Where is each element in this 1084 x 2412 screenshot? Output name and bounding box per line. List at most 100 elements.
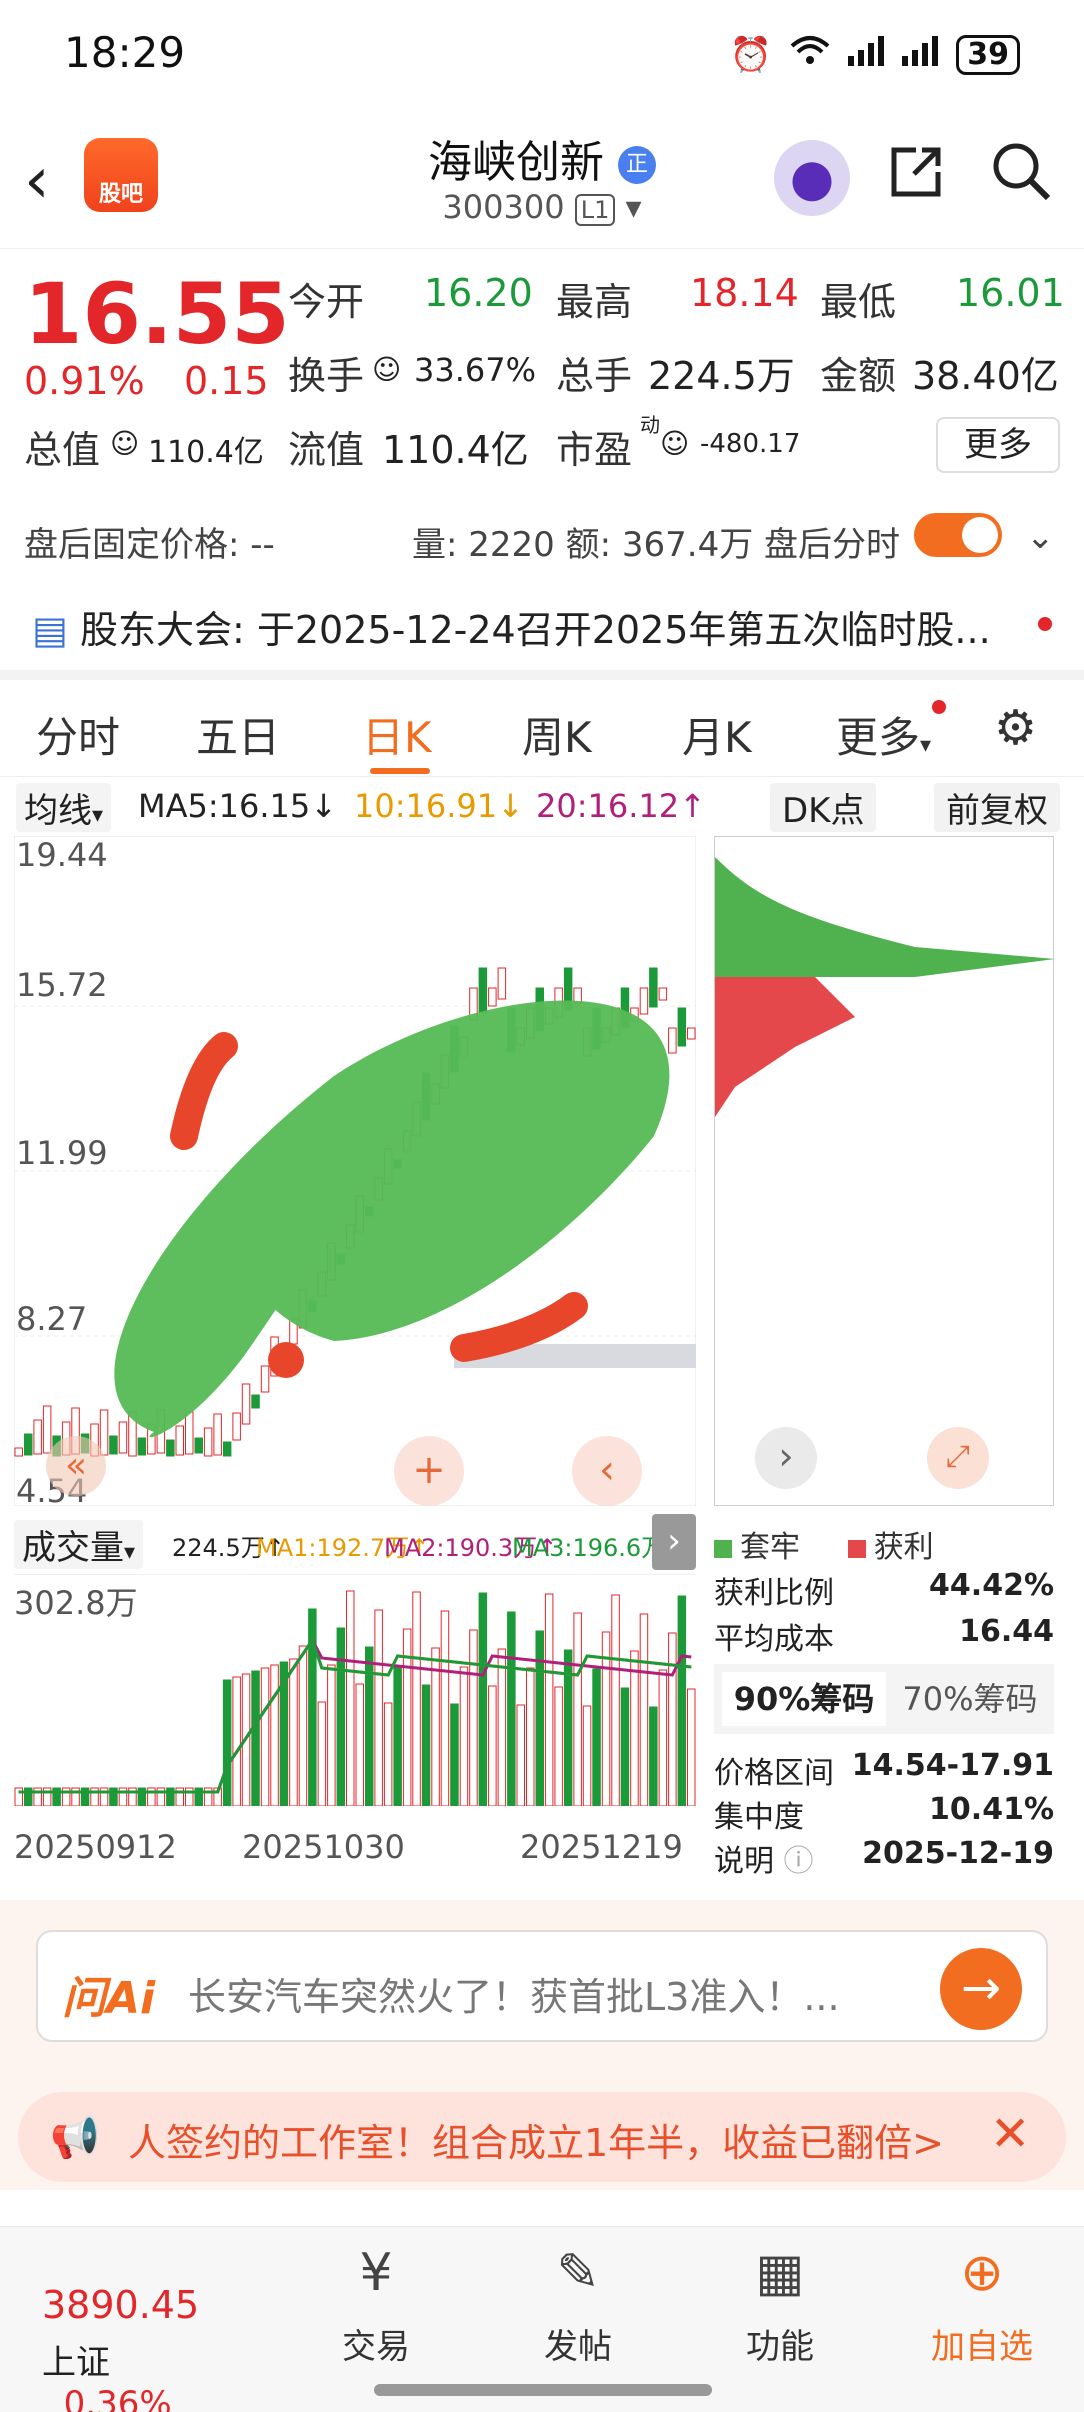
candle xyxy=(185,1411,194,1455)
legend-swatch-profit xyxy=(847,1539,866,1558)
nav-post[interactable]: ✎ 发帖 xyxy=(508,2243,648,2368)
amount-label: 金额 xyxy=(820,354,897,398)
volume-bar xyxy=(393,1665,402,1807)
concentration-row: 集中度 10.41% xyxy=(714,1792,1054,1836)
low-label: 最低 xyxy=(820,280,897,324)
document-icon: ▤ xyxy=(32,608,68,652)
legend-swatch-trapped xyxy=(714,1539,732,1558)
scribble-red-3 xyxy=(268,1342,304,1378)
ai-ask-bar[interactable]: 问Ai 长安汽车突然火了！获首批L3准入！... → xyxy=(36,1930,1048,2042)
ai-prompt-text: 长安汽车突然火了！获首批L3准入！... xyxy=(188,1975,840,2019)
tab-daily-k[interactable]: 日K xyxy=(362,704,432,765)
candle xyxy=(658,987,668,1001)
nav-add-label: 加自选 xyxy=(931,2327,1033,2367)
assistant-robot-icon[interactable] xyxy=(774,140,850,216)
candle xyxy=(166,1439,175,1457)
volume-bar xyxy=(516,1704,525,1807)
change-amount: 0.15 xyxy=(184,359,269,403)
volume-bar xyxy=(649,1706,658,1807)
volume-bar xyxy=(611,1594,620,1807)
tab-chip-90[interactable]: 90%筹码 xyxy=(722,1672,886,1726)
tab-weekly-k[interactable]: 周K xyxy=(522,704,592,765)
chevron-down-icon: ▾ xyxy=(625,188,642,226)
tab-monthly-k[interactable]: 月K xyxy=(682,704,752,765)
rewind-icon[interactable]: « xyxy=(46,1436,106,1496)
search-icon[interactable] xyxy=(990,140,1052,216)
info-icon[interactable]: ☺ xyxy=(110,427,139,460)
share-icon[interactable] xyxy=(886,142,946,216)
pe-value: -480.17 xyxy=(700,429,801,459)
ma20-value: 20:16.12↑ xyxy=(536,787,706,825)
shareholder-meeting-banner[interactable]: ▤ 股东大会: 于2025-12-24召开2025年第五次临时股... xyxy=(32,599,1052,654)
nav-functions[interactable]: ▦ 功能 xyxy=(710,2243,850,2368)
adjust-button[interactable]: 前复权 xyxy=(934,783,1060,832)
avg-cost-row: 平均成本 16.44 xyxy=(714,1614,1054,1658)
chart-tabs: 分时 五日 日K 周K 月K 更多▾ ⚙ xyxy=(0,670,1084,774)
info-icon[interactable]: ☺ xyxy=(660,427,689,460)
candle xyxy=(639,987,649,1015)
price-range-label: 价格区间 xyxy=(714,1756,834,1791)
pe-sup: 动 xyxy=(640,413,660,437)
trade-icon: ¥ xyxy=(359,2243,393,2303)
candle xyxy=(222,1441,232,1457)
volume-chart: 302.8万 20250912 20251030 20251219 xyxy=(14,1573,696,1866)
more-button[interactable]: 更多 xyxy=(936,417,1060,473)
scroll-right-icon[interactable]: › xyxy=(755,1427,817,1489)
close-icon[interactable]: ✕ xyxy=(990,2106,1030,2162)
volume-bar xyxy=(450,1703,459,1807)
stock-header: ‹ 股吧 海峡创新 正 300300 L1 ▾ xyxy=(0,120,1084,240)
price-range-row: 价格区间 14.54-17.91 xyxy=(714,1748,1054,1792)
volume-bar xyxy=(639,1613,649,1807)
legend-profit: 获利 xyxy=(873,1530,934,1565)
zoom-in-icon[interactable]: + xyxy=(394,1436,464,1506)
volume-bar xyxy=(317,1701,327,1807)
after-hours-toggle[interactable] xyxy=(914,513,1002,557)
nav-trade[interactable]: ¥ 交易 xyxy=(306,2243,446,2368)
unread-dot xyxy=(1038,617,1052,631)
volume-bar xyxy=(497,1648,507,1807)
note-row: 说明 ⓘ 2025-12-19 xyxy=(714,1836,1054,1880)
ad-banner[interactable]: 📢 人签约的工作室！组合成立1年半，收益已翻倍> ✕ xyxy=(18,2092,1066,2182)
volume-bar xyxy=(440,1610,450,1807)
volume-selector[interactable]: 成交量▾ xyxy=(14,1520,144,1569)
expand-icon[interactable]: › xyxy=(652,1514,696,1570)
after-hours-volume: 量: 2220 额: 367.4万 xyxy=(412,525,754,565)
price-range-value: 14.54-17.91 xyxy=(851,1748,1054,1783)
volume-selector-label: 成交量 xyxy=(22,1528,124,1568)
dk-point-button[interactable]: DK点 xyxy=(770,783,877,832)
volume-max-label: 302.8万 xyxy=(14,1584,138,1622)
tab-chip-70[interactable]: 70%筹码 xyxy=(894,1672,1046,1726)
settings-gear-icon[interactable]: ⚙ xyxy=(994,700,1037,756)
info-icon[interactable]: ☺ xyxy=(372,353,401,386)
quote-panel: 16.55 0.91% 0.15 今开 16.20 最高 18.14 最低 16… xyxy=(0,248,1084,708)
after-hours-price: 盘后固定价格: -- xyxy=(24,525,275,565)
candle xyxy=(232,1412,241,1441)
y-tick: 8.27 xyxy=(16,1300,88,1338)
ma-selector[interactable]: 均线▾ xyxy=(16,783,112,832)
tab-more[interactable]: 更多▾ xyxy=(836,704,931,765)
chip-tabs: 90%筹码 70%筹码 xyxy=(714,1664,1054,1734)
after-hours-toggle-label: 盘后分时 xyxy=(764,525,900,565)
index-ticker[interactable]: 3890.45 上证 0.36% xyxy=(42,2243,242,2412)
tab-five-day[interactable]: 五日 xyxy=(196,704,280,765)
amount-value: 38.40亿 xyxy=(912,354,1059,398)
mktcap-label: 总值 xyxy=(24,428,101,472)
tab-intraday[interactable]: 分时 xyxy=(36,704,120,765)
candle xyxy=(118,1421,128,1454)
chevron-down-icon[interactable]: ⌄ xyxy=(1026,517,1055,557)
alarm-icon: ⏰ xyxy=(729,34,773,75)
volume-bar xyxy=(355,1683,364,1807)
note-label: 说明 xyxy=(714,1844,774,1879)
scroll-left-icon[interactable]: ‹ xyxy=(572,1436,642,1506)
nav-add-watchlist[interactable]: ⊕ 加自选 xyxy=(912,2243,1052,2368)
arrow-right-icon[interactable]: → xyxy=(940,1948,1022,2030)
fullscreen-icon[interactable]: ⤢ xyxy=(927,1427,989,1489)
nav-trade-label: 交易 xyxy=(342,2327,410,2367)
info-icon[interactable]: ⓘ xyxy=(784,1844,814,1879)
open-value: 16.20 xyxy=(424,271,533,315)
signal-icon xyxy=(848,35,885,75)
volume-bar xyxy=(412,1591,421,1807)
kline-chart[interactable]: 19.44 15.72 11.99 8.27 4.54 « + ‹ xyxy=(13,835,697,1510)
float-value: 110.4亿 xyxy=(382,428,529,472)
status-icons: ⏰ 39 xyxy=(730,34,1020,75)
